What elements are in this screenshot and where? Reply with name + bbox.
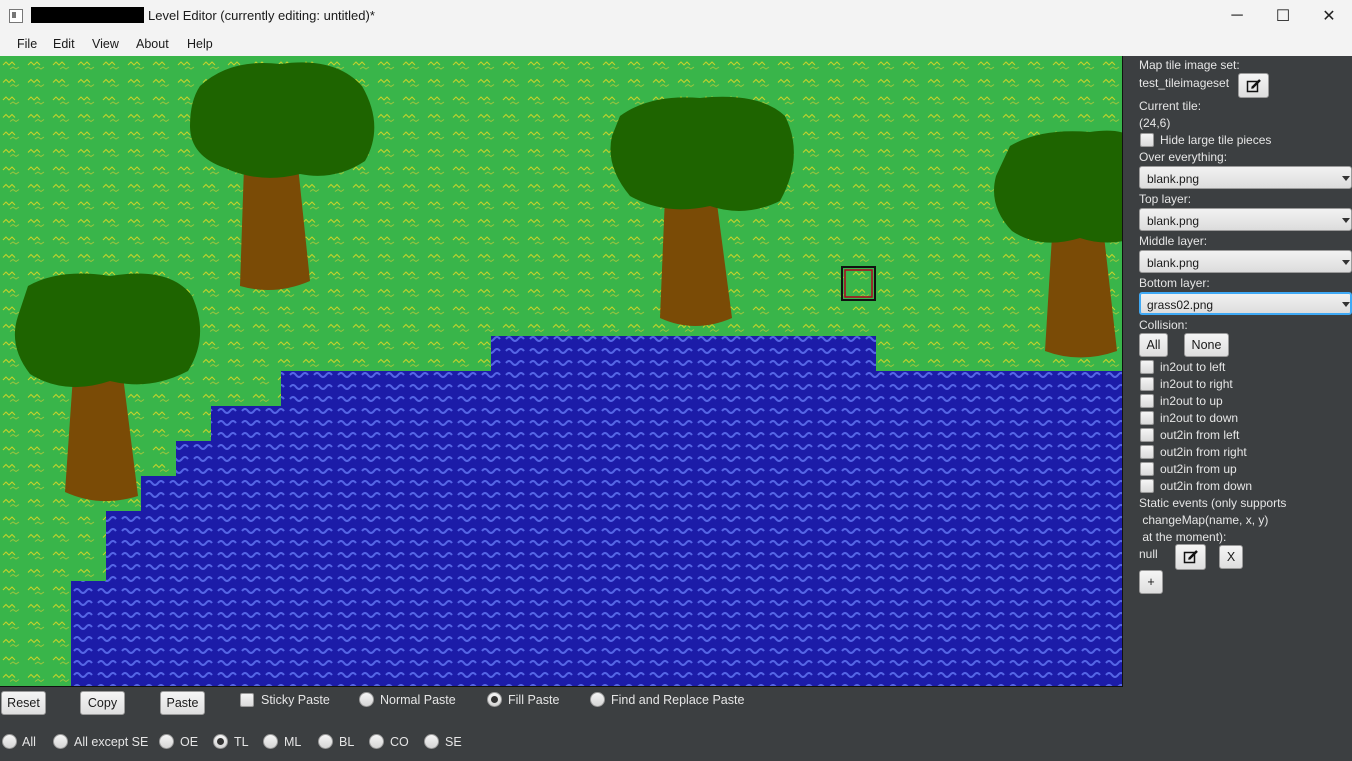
- layer-label-se: SE: [445, 735, 462, 749]
- collision-checkbox-out2in-left[interactable]: [1140, 428, 1154, 442]
- map-svg[interactable]: [0, 56, 1122, 686]
- layer-radio-oe[interactable]: [159, 734, 174, 749]
- collision-all-button[interactable]: All: [1139, 333, 1168, 357]
- menu-file[interactable]: File: [17, 37, 37, 51]
- collision-none-button[interactable]: None: [1184, 333, 1229, 357]
- edit-icon: [1246, 78, 1261, 92]
- layer-radio-all[interactable]: [2, 734, 17, 749]
- collision-checkbox-out2in-up[interactable]: [1140, 462, 1154, 476]
- middle-value: blank.png: [1147, 256, 1200, 270]
- close-button[interactable]: ✕: [1306, 0, 1352, 32]
- over-label: Over everything:: [1139, 150, 1228, 164]
- layer-label-co: CO: [390, 735, 409, 749]
- collision-checkbox-in2out-up[interactable]: [1140, 394, 1154, 408]
- bottom-label: Bottom layer:: [1139, 276, 1210, 290]
- collision-checkbox-in2out-left[interactable]: [1140, 360, 1154, 374]
- collision-label-in2out-right: in2out to right: [1160, 377, 1233, 391]
- menu-about[interactable]: About: [136, 37, 169, 51]
- event-value: null: [1139, 547, 1158, 561]
- window-title: Level Editor (currently editing: untitle…: [148, 8, 375, 23]
- layer-radio-se[interactable]: [424, 734, 439, 749]
- hide-large-label: Hide large tile pieces: [1160, 133, 1272, 147]
- events-label-1: Static events (only supports: [1139, 496, 1287, 510]
- collision-label-in2out-left: in2out to left: [1160, 360, 1226, 374]
- collision-label-out2in-right: out2in from right: [1160, 445, 1247, 459]
- over-value: blank.png: [1147, 172, 1200, 186]
- find-replace-paste-label: Find and Replace Paste: [611, 693, 745, 707]
- chevron-down-icon: [1342, 260, 1350, 265]
- menu-help[interactable]: Help: [187, 37, 213, 51]
- edit-tileset-button[interactable]: [1238, 73, 1269, 98]
- menu-view[interactable]: View: [92, 37, 119, 51]
- layer-radio-co[interactable]: [369, 734, 384, 749]
- maximize-button[interactable]: ☐: [1260, 0, 1306, 32]
- sidebar-panel: Map tile image set: test_tileimageset Cu…: [1123, 56, 1352, 761]
- collision-label-in2out-up: in2out to up: [1160, 394, 1223, 408]
- current-tile-value: (24,6): [1139, 116, 1171, 130]
- bottom-value: grass02.png: [1147, 298, 1214, 312]
- events-label-2: changeMap(name, x, y): [1139, 513, 1269, 527]
- add-event-button[interactable]: +: [1139, 570, 1163, 594]
- current-tile-label: Current tile:: [1139, 99, 1202, 113]
- menu-bar: File Edit View About Help: [0, 32, 1352, 57]
- layer-label-ml: ML: [284, 735, 302, 749]
- sticky-paste-label: Sticky Paste: [261, 693, 330, 707]
- edit-icon: [1183, 550, 1198, 564]
- chevron-down-icon: [1342, 218, 1350, 223]
- paste-button[interactable]: Paste: [160, 691, 205, 715]
- middle-label: Middle layer:: [1139, 234, 1208, 248]
- layer-radio-tl[interactable]: [213, 734, 228, 749]
- map-canvas[interactable]: [0, 56, 1123, 687]
- app-icon: [9, 9, 23, 23]
- collision-checkbox-in2out-down[interactable]: [1140, 411, 1154, 425]
- collision-checkbox-out2in-down[interactable]: [1140, 479, 1154, 493]
- over-select[interactable]: blank.png: [1139, 166, 1352, 189]
- tileset-value: test_tileimageset: [1139, 76, 1230, 90]
- fill-paste-radio[interactable]: [487, 692, 502, 707]
- collision-checkbox-out2in-right[interactable]: [1140, 445, 1154, 459]
- collision-label-out2in-down: out2in from down: [1160, 479, 1253, 493]
- layer-label-all: All: [22, 735, 36, 749]
- tileset-label: Map tile image set:: [1139, 58, 1240, 72]
- redacted-box: [31, 7, 144, 23]
- collision-checkbox-in2out-right[interactable]: [1140, 377, 1154, 391]
- collision-label-out2in-up: out2in from up: [1160, 462, 1237, 476]
- middle-select[interactable]: blank.png: [1139, 250, 1352, 273]
- collision-label-out2in-left: out2in from left: [1160, 428, 1240, 442]
- minimize-button[interactable]: ─: [1214, 0, 1260, 32]
- layer-radio-ml[interactable]: [263, 734, 278, 749]
- top-value: blank.png: [1147, 214, 1200, 228]
- bottom-select[interactable]: grass02.png: [1139, 292, 1352, 315]
- edit-event-button[interactable]: [1175, 544, 1206, 570]
- remove-event-button[interactable]: X: [1219, 545, 1243, 569]
- fill-paste-label: Fill Paste: [508, 693, 560, 707]
- copy-button[interactable]: Copy: [80, 691, 125, 715]
- find-replace-paste-radio[interactable]: [590, 692, 605, 707]
- hide-large-checkbox[interactable]: [1140, 133, 1154, 147]
- menu-edit[interactable]: Edit: [53, 37, 75, 51]
- top-label: Top layer:: [1139, 192, 1192, 206]
- title-bar: Level Editor (currently editing: untitle…: [0, 0, 1352, 32]
- collision-label: Collision:: [1139, 318, 1188, 332]
- collision-label-in2out-down: in2out to down: [1160, 411, 1239, 425]
- reset-button[interactable]: Reset: [1, 691, 46, 715]
- sticky-paste-checkbox[interactable]: [240, 693, 254, 707]
- layer-label-oe: OE: [180, 735, 199, 749]
- normal-paste-label: Normal Paste: [380, 693, 456, 707]
- top-select[interactable]: blank.png: [1139, 208, 1352, 231]
- events-label-3: at the moment):: [1139, 530, 1227, 544]
- normal-paste-radio[interactable]: [359, 692, 374, 707]
- layer-radio-bl[interactable]: [318, 734, 333, 749]
- layer-label-tl: TL: [234, 735, 249, 749]
- layer-radio-all-except-se[interactable]: [53, 734, 68, 749]
- chevron-down-icon: [1342, 302, 1350, 307]
- layer-label-bl: BL: [339, 735, 355, 749]
- layer-label-all-except-se: All except SE: [74, 735, 149, 749]
- chevron-down-icon: [1342, 176, 1350, 181]
